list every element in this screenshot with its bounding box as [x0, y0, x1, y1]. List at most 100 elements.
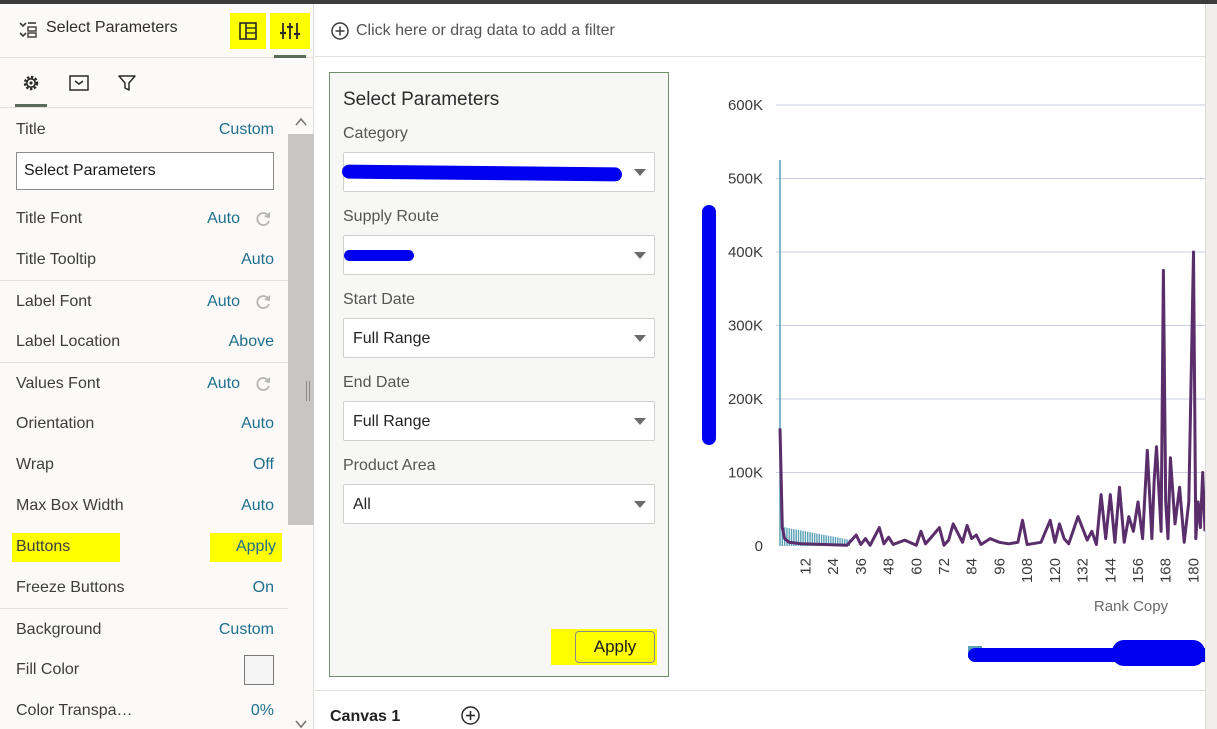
- inbox-icon: [69, 75, 89, 91]
- tab-values[interactable]: [63, 70, 95, 96]
- x-tick-label: 144: [1102, 558, 1119, 583]
- grammar-layout-icon: [239, 22, 257, 40]
- wrap-value[interactable]: Off: [253, 456, 274, 474]
- title-tooltip-value[interactable]: Auto: [241, 251, 274, 269]
- reset-icon[interactable]: [254, 293, 272, 311]
- max-box-width-row[interactable]: Max Box Width Auto: [0, 485, 288, 526]
- values-font-value[interactable]: Auto: [207, 375, 240, 393]
- y-axis-ticks: 0 100K 200K 300K 400K 500K 600K: [728, 97, 763, 555]
- properties-panel-button[interactable]: [270, 13, 310, 58]
- label-font-row[interactable]: Label Font Auto: [0, 280, 288, 321]
- start-date-select[interactable]: Full Range: [343, 318, 655, 358]
- label-font-label: Label Font: [16, 293, 92, 310]
- fill-color-swatch[interactable]: [244, 655, 274, 685]
- title-row[interactable]: Title Custom: [0, 109, 288, 150]
- chevron-down-icon: [634, 501, 646, 508]
- filter-bar-text[interactable]: Click here or drag data to add a filter: [356, 22, 615, 40]
- line-chart[interactable]: 0 100K 200K 300K 400K 500K 600K 12 24 36 48 60 72 84…: [680, 80, 1205, 680]
- y-tick-label: 200K: [728, 391, 763, 408]
- properties-list: Title Custom Title Font Auto Title Toolt…: [0, 109, 288, 729]
- reset-icon[interactable]: [254, 375, 272, 393]
- x-axis-ticks: 12 24 36 48 60 72 84 96 108 120 132 144 156 168 180: [797, 558, 1202, 583]
- panel-header: Select Parameters: [0, 4, 314, 58]
- redaction-mark: [702, 205, 716, 445]
- supply-route-label: Supply Route: [343, 208, 440, 225]
- freeze-buttons-value[interactable]: On: [253, 579, 274, 597]
- x-tick-label: 132: [1075, 558, 1092, 583]
- y-tick-label: 600K: [728, 97, 763, 114]
- y-tick-label: 300K: [728, 318, 763, 335]
- title-tooltip-row[interactable]: Title Tooltip Auto: [0, 239, 288, 280]
- background-label: Background: [16, 621, 102, 638]
- title-value[interactable]: Custom: [219, 121, 274, 139]
- product-area-field: Product Area All: [343, 457, 655, 524]
- chevron-down-icon: [634, 169, 646, 176]
- end-date-select[interactable]: Full Range: [343, 401, 655, 441]
- right-panel-edge: [1205, 4, 1217, 729]
- label-location-label: Label Location: [16, 333, 121, 350]
- add-filter-icon[interactable]: [330, 21, 350, 41]
- product-area-value: All: [353, 496, 371, 513]
- max-box-width-value[interactable]: Auto: [241, 497, 274, 515]
- values-font-row[interactable]: Values Font Auto: [0, 362, 288, 403]
- resize-handle-icon[interactable]: [305, 380, 311, 402]
- category-field: Category: [343, 125, 655, 192]
- reset-icon[interactable]: [254, 210, 272, 228]
- color-transparency-label: Color Transpa…: [16, 702, 133, 719]
- add-canvas-icon[interactable]: [460, 705, 481, 726]
- start-date-label: Start Date: [343, 291, 416, 308]
- orientation-row[interactable]: Orientation Auto: [0, 403, 288, 444]
- apply-button[interactable]: Apply: [575, 631, 655, 663]
- orientation-value[interactable]: Auto: [241, 415, 274, 433]
- properties-panel: Select Parameters Title Custom Select Pa…: [0, 4, 314, 729]
- color-transparency-row[interactable]: Color Transpa… 0%: [0, 690, 288, 729]
- label-location-row[interactable]: Label Location Above: [0, 321, 288, 362]
- buttons-label: Buttons: [12, 533, 120, 562]
- y-tick-label: 500K: [728, 171, 763, 188]
- x-tick-label: 24: [825, 558, 842, 575]
- label-font-value[interactable]: Auto: [207, 293, 240, 311]
- scrollbar-thumb[interactable]: [288, 134, 314, 525]
- title-font-label: Title Font: [16, 210, 83, 227]
- scroll-up-icon[interactable]: [294, 115, 308, 129]
- tab-filters[interactable]: [111, 70, 143, 96]
- title-font-value[interactable]: Auto: [207, 210, 240, 228]
- buttons-row[interactable]: Buttons Apply: [0, 526, 288, 567]
- product-area-label: Product Area: [343, 457, 436, 474]
- background-row[interactable]: Background Custom: [0, 608, 288, 649]
- wrap-row[interactable]: Wrap Off: [0, 444, 288, 485]
- background-value[interactable]: Custom: [219, 621, 274, 639]
- scroll-down-icon[interactable]: [294, 717, 308, 729]
- end-date-field: End Date Full Range: [343, 374, 655, 441]
- redaction-mark: [344, 250, 414, 261]
- x-tick-label: 48: [881, 558, 898, 575]
- fill-color-label: Fill Color: [16, 661, 80, 678]
- tab-general-settings[interactable]: [15, 70, 47, 107]
- max-box-width-label: Max Box Width: [16, 497, 124, 514]
- orientation-label: Orientation: [16, 415, 95, 432]
- x-tick-label: 180: [1185, 558, 1202, 583]
- title-font-row[interactable]: Title Font Auto: [0, 198, 288, 239]
- fill-color-row[interactable]: Fill Color: [0, 649, 288, 690]
- product-area-select[interactable]: All: [343, 484, 655, 524]
- x-axis-title: Rank Copy: [1094, 598, 1169, 615]
- panel-scrollbar[interactable]: [288, 109, 314, 729]
- freeze-buttons-row[interactable]: Freeze Buttons On: [0, 567, 288, 608]
- buttons-value[interactable]: Apply: [209, 533, 282, 562]
- start-date-value: Full Range: [353, 330, 431, 347]
- tab-canvas-1[interactable]: Canvas 1: [330, 708, 400, 726]
- x-tick-label: 84: [964, 558, 981, 575]
- filter-bar[interactable]: Click here or drag data to add a filter: [315, 4, 1205, 57]
- panel-title: Select Parameters: [46, 19, 178, 36]
- grammar-panel-button[interactable]: [230, 13, 266, 49]
- x-tick-label: 72: [936, 558, 953, 575]
- x-tick-label: 96: [991, 558, 1008, 575]
- freeze-buttons-label: Freeze Buttons: [16, 579, 125, 596]
- color-transparency-value[interactable]: 0%: [251, 702, 274, 720]
- redaction-mark: [341, 164, 623, 182]
- label-location-value[interactable]: Above: [229, 333, 274, 351]
- y-tick-label: 100K: [728, 465, 763, 482]
- values-font-label: Values Font: [16, 375, 101, 392]
- title-input[interactable]: [16, 152, 274, 190]
- title-tooltip-label: Title Tooltip: [16, 251, 97, 268]
